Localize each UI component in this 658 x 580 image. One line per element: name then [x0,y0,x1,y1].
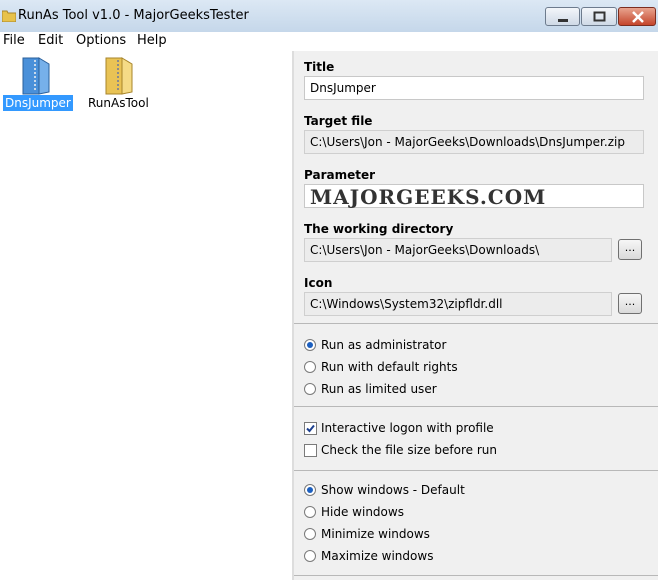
icon-label: Icon [304,276,333,290]
parameter-label: Parameter [304,168,376,182]
folder-icon [2,10,16,22]
menu-help[interactable]: Help [137,33,167,48]
watermark: MAJORGEEKS.COM [310,185,547,209]
radio-run-as-admin[interactable]: Run as administrator [304,337,446,353]
working-directory-label: The working directory [304,222,454,236]
title-input[interactable]: DnsJumper [304,76,644,100]
window-title: RunAs Tool v1.0 - MajorGeeksTester [18,8,249,23]
radio-run-default-rights[interactable]: Run with default rights [304,359,458,375]
working-directory-field[interactable]: C:\Users\Jon - MajorGeeks\Downloads\ [304,238,612,262]
title-bar[interactable]: RunAs Tool v1.0 - MajorGeeksTester [0,0,658,32]
radio-run-limited-user[interactable]: Run as limited user [304,381,437,397]
checkbox-label: Check the file size before run [321,443,497,457]
radio-button[interactable] [304,361,316,373]
radio-button[interactable] [304,484,316,496]
zip-folder-blue-icon [22,57,50,95]
title-label: Title [304,60,335,74]
checkbox[interactable] [304,421,317,435]
zip-folder-yellow-icon [105,57,133,95]
divider [294,323,658,324]
radio-maximize-windows[interactable]: Maximize windows [304,548,433,564]
radio-label: Minimize windows [321,527,430,541]
file-label: RunAsTool [88,96,149,110]
radio-button[interactable] [304,506,316,518]
radio-label: Maximize windows [321,549,434,563]
minimize-button[interactable] [545,7,580,26]
radio-label: Run as administrator [321,338,447,352]
browse-icon-button[interactable]: ... [618,293,642,314]
divider [294,406,658,407]
menu-file[interactable]: File [3,33,25,48]
target-file-label: Target file [304,114,373,128]
radio-button[interactable] [304,528,316,540]
browse-workdir-button[interactable]: ... [618,239,642,260]
close-icon [632,11,644,23]
icon-field[interactable]: C:\Windows\System32\zipfldr.dll [304,292,612,316]
radio-label: Hide windows [321,505,404,519]
maximize-button[interactable] [581,7,617,26]
divider [294,470,658,471]
file-list[interactable]: DnsJumper RunAsTool [0,51,292,580]
checkbox-label: Interactive logon with profile [321,421,494,435]
radio-button[interactable] [304,550,316,562]
radio-label: Run with default rights [321,360,458,374]
radio-show-windows[interactable]: Show windows - Default [304,482,465,498]
divider [294,575,658,576]
menu-options[interactable]: Options [76,33,126,48]
radio-button[interactable] [304,383,316,395]
checkbox-check-file-size[interactable]: Check the file size before run [304,442,497,458]
list-item-runastool[interactable]: RunAsTool [86,56,150,110]
properties-panel: Title DnsJumper Target file C:\Users\Jon… [294,51,658,580]
radio-label: Show windows - Default [321,483,465,497]
radio-hide-windows[interactable]: Hide windows [304,504,404,520]
file-label: DnsJumper [3,95,73,111]
radio-label: Run as limited user [321,382,437,396]
checkbox-interactive-logon[interactable]: Interactive logon with profile [304,420,494,436]
radio-minimize-windows[interactable]: Minimize windows [304,526,430,542]
checkbox[interactable] [304,443,317,457]
checkmark-icon [306,424,315,432]
menu-bar: File Edit Options Help [0,32,658,51]
close-button[interactable] [618,7,656,26]
menu-edit[interactable]: Edit [38,33,63,48]
target-file-field[interactable]: C:\Users\Jon - MajorGeeks\Downloads\DnsJ… [304,130,644,154]
maximize-icon [593,11,606,22]
radio-button[interactable] [304,339,316,351]
list-item-dnsjumper[interactable]: DnsJumper [3,56,73,111]
minimize-icon [558,19,568,22]
